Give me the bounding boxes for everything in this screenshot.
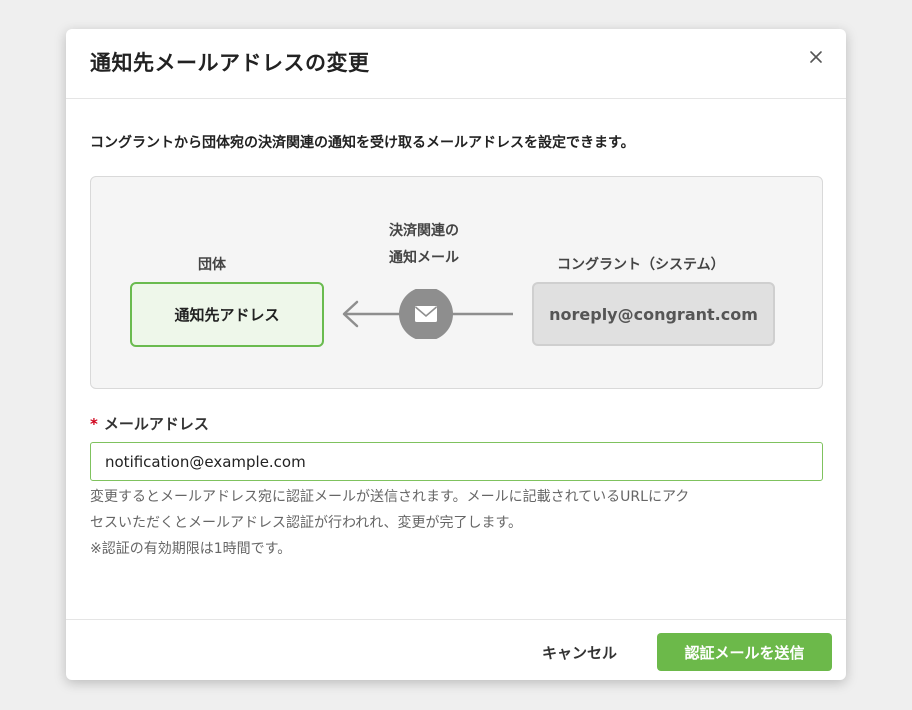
dialog-footer: キャンセル 認証メールを送信 [66,619,846,680]
email-change-dialog: 通知先メールアドレスの変更 コングラントから団体宛の決済関連の通知を受け取るメー… [66,29,846,680]
arrow-left-icon [342,289,513,339]
org-address-box: 通知先アドレス [130,282,324,347]
org-label: 団体 [198,257,226,273]
dialog-description: コングラントから団体宛の決済関連の通知を受け取るメールアドレスを設定できます。 [90,135,635,151]
close-button[interactable] [804,45,828,69]
help-line-3: ※認証の有効期限は1時間です。 [90,541,292,557]
email-input[interactable] [90,442,823,481]
close-icon [810,51,822,63]
email-label-text: メールアドレス [103,415,209,433]
system-label: コングラント（システム） [557,257,725,273]
system-address-box: noreply@congrant.com [532,282,775,346]
mail-label-line2: 通知メール [389,250,459,266]
email-field-label: * メールアドレス [90,413,209,434]
help-line-2: セスいただくとメールアドレス認証が行われれ、変更が完了します。 [90,515,523,531]
send-verification-button[interactable]: 認証メールを送信 [657,633,832,671]
envelope-icon [399,289,453,339]
notification-flow-diagram: 団体 通知先アドレス 決済関連の 通知メール コングラント（システム） nore… [90,176,823,389]
dialog-title: 通知先メールアドレスの変更 [90,51,370,75]
required-mark: * [90,415,98,433]
mail-label: 決済関連の 通知メール [379,218,469,272]
dialog-header: 通知先メールアドレスの変更 [66,29,846,99]
mail-label-line1: 決済関連の [389,223,459,239]
cancel-button[interactable]: キャンセル [528,636,631,668]
help-text: 変更するとメールアドレス宛に認証メールが送信されます。メールに記載されているUR… [90,484,820,562]
help-line-1: 変更するとメールアドレス宛に認証メールが送信されます。メールに記載されているUR… [90,489,690,505]
